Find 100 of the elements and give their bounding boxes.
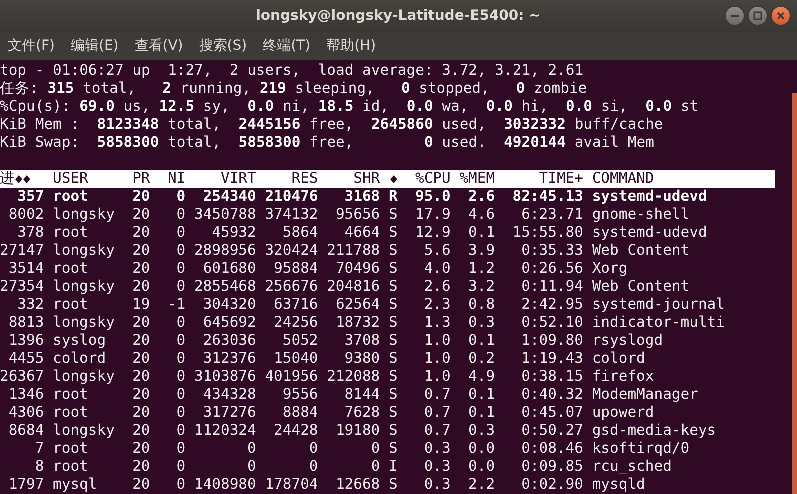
table-cell-text: 8684	[8, 422, 44, 440]
table-cell-text: 20	[132, 206, 150, 224]
table-cell-text: 401956	[264, 368, 318, 386]
table-cell-text: 304320	[202, 296, 256, 314]
maximize-icon	[753, 11, 763, 21]
menu-item[interactable]: 编辑(E)	[66, 37, 124, 55]
table-cell-text: systemd-udevd	[592, 224, 708, 242]
table-cell-text: 9380	[344, 350, 380, 368]
table-cell-text: 3708	[344, 332, 380, 350]
table-cell-text: 7628	[344, 404, 380, 422]
table-cell-text: 357	[16, 188, 44, 206]
column-header: %MEM	[460, 170, 496, 188]
table-cell-text: 0.0	[468, 440, 496, 458]
table-cell: 26367	[0, 368, 44, 386]
table-cell-text: 1:19.43	[520, 350, 584, 368]
table-cell-text: S	[388, 260, 398, 278]
table-cell-text: 20	[132, 242, 150, 260]
table-cell-text: S	[388, 242, 398, 260]
table-cell-text: S	[388, 440, 398, 458]
table-cell-text: 62564	[334, 296, 380, 314]
table-cell-text: 3514	[8, 260, 44, 278]
table-cell-text: 4455	[8, 350, 44, 368]
table-cell-text: 6:23.71	[520, 206, 584, 224]
table-cell-text: 95884	[273, 260, 318, 278]
table-cell-text: 8144	[344, 386, 380, 404]
column-header: RES	[292, 170, 318, 188]
table-cell-text: 210476	[264, 188, 318, 206]
table-cell-text: 0:35.33	[520, 242, 584, 260]
table-cell-text: 1120324	[193, 422, 256, 440]
table-cell-text: 8	[34, 458, 44, 476]
table-cell-text: root	[53, 404, 90, 422]
table-cell-text: systemd-journal	[592, 296, 726, 314]
table-cell-text: 3.2	[468, 278, 496, 296]
column-header: SHR	[354, 170, 380, 188]
table-cell-text: 0:50.27	[520, 422, 584, 440]
table-cell-text: 15:55.80	[512, 224, 584, 242]
table-cell-text: 212088	[326, 368, 380, 386]
table-cell-text: longsky	[53, 206, 116, 224]
menu-item[interactable]: 搜索(S)	[194, 37, 252, 55]
table-cell-text: root	[53, 386, 90, 404]
table-cell-text: 1.3	[423, 314, 451, 332]
table-cell-text: 0	[176, 440, 186, 458]
table-cell-text: longsky	[53, 242, 116, 260]
column-header: USER	[53, 170, 88, 188]
table-cell-text: S	[388, 368, 398, 386]
table-cell-text: 0	[370, 458, 380, 476]
table-cell-text: colord	[53, 350, 108, 368]
window-title: longsky@longsky-Latitude-E5400: ~	[256, 8, 541, 24]
table-cell-text: 0	[308, 458, 318, 476]
table-cell-text: 9556	[282, 386, 318, 404]
table-cell-text: root	[53, 188, 90, 206]
table-cell-text: 0.1	[468, 332, 496, 350]
table-cell-text: 20	[132, 350, 150, 368]
table-cell-text: S	[388, 314, 398, 332]
table-cell-text: 95.0	[414, 188, 451, 206]
table-cell-text: 20	[132, 476, 150, 494]
table-cell-text: 3.9	[468, 242, 496, 260]
menu-item[interactable]: 文件(F)	[3, 37, 60, 55]
close-button[interactable]	[771, 6, 791, 26]
table-cell-text: 0	[176, 458, 186, 476]
table-cell-text: S	[388, 386, 398, 404]
table-cell-text: 4.9	[468, 368, 496, 386]
table-cell-text: 0:09.85	[520, 458, 584, 476]
table-cell-text: 1.0	[423, 350, 451, 368]
minimize-button[interactable]	[725, 6, 745, 26]
table-cell-text: 0:45.07	[520, 404, 584, 422]
scrollbar-thumb[interactable]	[792, 93, 797, 494]
table-cell-text: 5052	[282, 332, 318, 350]
table-cell-text: 4664	[344, 224, 380, 242]
table-cell-text: 2.6	[423, 278, 451, 296]
table-cell-text: 45932	[211, 224, 256, 242]
table-cell-text: 0	[176, 278, 186, 296]
menu-item[interactable]: 终端(T)	[258, 37, 316, 55]
table-cell-text: 19180	[334, 422, 380, 440]
table-cell-text: 263036	[202, 332, 256, 350]
table-cell-text: S	[388, 278, 398, 296]
table-cell-text: 5864	[282, 224, 318, 242]
table-cell-text: 0	[176, 350, 186, 368]
table-cell-text: 0.1	[468, 386, 496, 404]
table-cell-text: longsky	[53, 368, 116, 386]
menu-item[interactable]: 帮助(H)	[322, 37, 382, 55]
table-cell-text: 0	[176, 368, 186, 386]
table-cell-text: S	[388, 476, 398, 494]
table-cell-text: 0.3	[468, 422, 496, 440]
table-cell-text: 0	[176, 206, 186, 224]
maximize-button[interactable]	[748, 6, 768, 26]
summary-line: KiB Mem : 8123348 total, 2445156 free, 2645860 used, 3032332 buff/cache	[0, 116, 664, 134]
table-cell-text: 378	[16, 224, 44, 242]
table-cell-text: 4.6	[468, 206, 496, 224]
table-cell-text: 0	[176, 332, 186, 350]
table-cell-text: 0	[176, 386, 186, 404]
table-cell-text: 0	[176, 188, 186, 206]
table-cell-text: 0:11.94	[520, 278, 584, 296]
summary-line: 任务: 315 total, 2 running, 219 sleeping, 0 stopped, 0 zombie	[0, 80, 588, 98]
table-cell-text: 1396	[8, 332, 44, 350]
table-cell-text: 3450788	[193, 206, 256, 224]
table-cell-text: 20	[132, 458, 150, 476]
table-cell-text: 0	[176, 422, 186, 440]
menu-item[interactable]: 查看(V)	[130, 37, 188, 55]
table-cell-text: 204816	[326, 278, 380, 296]
